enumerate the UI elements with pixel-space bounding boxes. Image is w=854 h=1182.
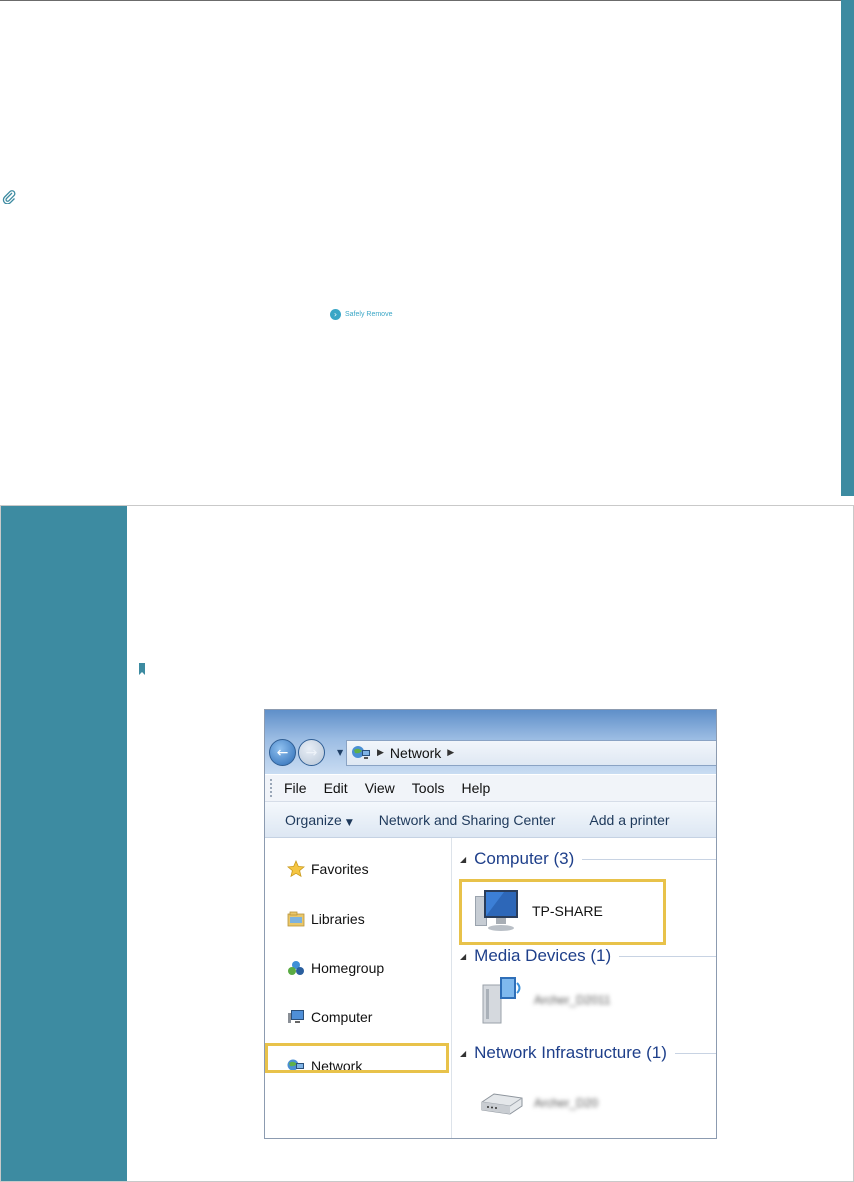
router-item[interactable]: Archer_D20 [480, 1088, 598, 1118]
router-label: Archer_D20 [534, 1096, 599, 1110]
nav-computer[interactable]: Computer [287, 1008, 372, 1026]
homegroup-icon [287, 959, 305, 977]
media-device-item[interactable]: Archer_D2011 [480, 975, 611, 1025]
libraries-icon [287, 910, 305, 928]
forward-arrow-icon: → [305, 744, 318, 761]
breadcrumb-network[interactable]: Network [390, 745, 441, 761]
address-bar-area: ← → ▼ ▶ Network ▶ [265, 710, 716, 774]
address-field[interactable]: ▶ Network ▶ [346, 740, 716, 766]
network-icon [352, 746, 370, 759]
back-arrow-icon: ← [276, 744, 289, 761]
chapter-side-bar [841, 0, 854, 496]
collapse-triangle-icon: ◢ [460, 1048, 467, 1058]
nav-homegroup[interactable]: Homegroup [287, 959, 384, 977]
forward-button[interactable]: → [298, 739, 325, 766]
group-computer-header[interactable]: ◢ Computer (3) [460, 849, 716, 869]
computer-icon [287, 1008, 305, 1026]
note-side-bar [1, 506, 127, 1181]
group-media-header[interactable]: ◢ Media Devices (1) [460, 946, 716, 966]
group-infra-title: Network Infrastructure (1) [474, 1043, 667, 1062]
bookmark-icon [139, 663, 145, 675]
back-button[interactable]: ← [269, 739, 296, 766]
network-highlight-box [265, 1043, 449, 1073]
nav-favorites[interactable]: Favorites [287, 860, 369, 878]
safely-remove-label: Safely Remove [345, 311, 393, 318]
content-pane: ◢ Computer (3) TP-SHARE ◢ Media Devices … [452, 838, 716, 1138]
history-dropdown-icon[interactable]: ▼ [337, 748, 343, 757]
nav-libraries[interactable]: Libraries [287, 910, 365, 928]
collapse-triangle-icon: ◢ [460, 854, 467, 864]
network-sharing-center-button[interactable]: Network and Sharing Center [379, 812, 556, 828]
media-device-label: Archer_D2011 [534, 993, 611, 1007]
nav-libraries-label: Libraries [311, 911, 365, 927]
nav-computer-label: Computer [311, 1009, 373, 1025]
menu-view[interactable]: View [365, 780, 395, 796]
group-media-title: Media Devices (1) [474, 946, 612, 965]
nav-homegroup-label: Homegroup [311, 960, 385, 976]
add-printer-button[interactable]: Add a printer [589, 812, 669, 828]
paperclip-icon [2, 190, 16, 204]
explorer-window: ← → ▼ ▶ Network ▶ File Edit View Tools H… [264, 709, 717, 1139]
nav-favorites-label: Favorites [311, 861, 369, 877]
group-divider [582, 858, 716, 860]
menu-edit[interactable]: Edit [324, 780, 348, 796]
tp-share-highlight-box [459, 879, 666, 945]
menu-bar: File Edit View Tools Help [265, 775, 716, 802]
menu-help[interactable]: Help [461, 780, 490, 796]
group-divider [674, 1052, 716, 1054]
navigation-pane: Favorites Libraries Homegroup Computer N… [265, 838, 452, 1138]
organize-button[interactable]: Organize ▼ [285, 812, 353, 828]
menu-grip [270, 779, 272, 797]
group-infra-header[interactable]: ◢ Network Infrastructure (1) [460, 1043, 716, 1063]
collapse-triangle-icon: ◢ [460, 951, 467, 961]
top-rule [0, 0, 854, 1]
media-device-icon [482, 977, 521, 1024]
group-computer-title: Computer (3) [474, 849, 575, 868]
breadcrumb-chevron-icon[interactable]: ▶ [447, 748, 454, 758]
menu-tools[interactable]: Tools [412, 780, 445, 796]
breadcrumb-separator-icon: ▶ [377, 748, 384, 758]
caret-down-icon: ▼ [345, 817, 353, 828]
group-divider [619, 955, 716, 957]
organize-label: Organize [285, 811, 342, 828]
router-icon [481, 1093, 523, 1115]
command-bar: Organize ▼ Network and Sharing Center Add… [265, 802, 716, 838]
star-icon [287, 860, 305, 878]
menu-file[interactable]: File [284, 780, 307, 796]
safely-remove-link[interactable]: › Safely Remove [330, 309, 392, 320]
arrow-right-icon: › [330, 309, 341, 320]
